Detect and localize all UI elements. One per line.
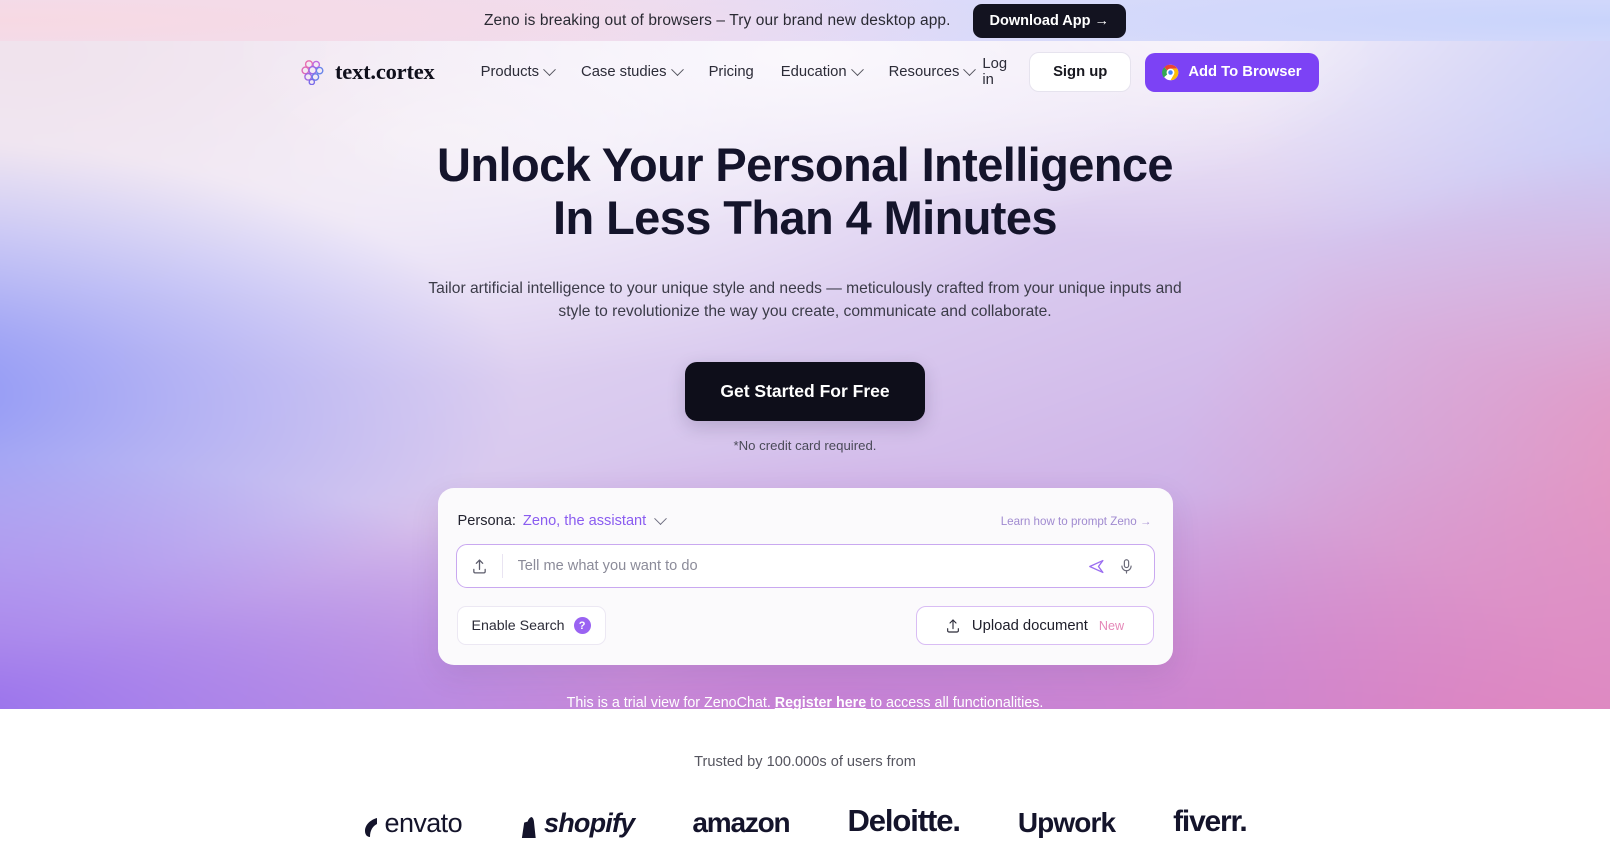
trial-notice: This is a trial view for ZenoChat. Regis… (0, 695, 1610, 709)
nav-link-case-studies[interactable]: Case studies (581, 62, 684, 80)
upload-document-button[interactable]: Upload document New (915, 606, 1154, 645)
register-here-link[interactable]: Register here (775, 695, 866, 709)
hero-content: Unlock Your Personal Intelligence In Les… (0, 103, 1610, 709)
brand-label-shopify: shopify (544, 808, 635, 838)
chat-card: Persona: Zeno, the assistant Learn how t… (437, 488, 1173, 665)
persona-selector[interactable]: Zeno, the assistant (523, 513, 646, 529)
brands-section: Trusted by 100.000s of users from envato… (0, 709, 1610, 850)
help-badge-icon[interactable]: ? (573, 617, 591, 634)
brand-logo-envato: envato (364, 808, 463, 839)
brands-row: envato shopify amazon Deloitte. Upwork f… (0, 803, 1610, 839)
chat-input-row (455, 544, 1155, 588)
microphone-button[interactable] (1112, 558, 1141, 575)
nav-link-pricing[interactable]: Pricing (709, 64, 754, 80)
hero-subtitle: Tailor artificial intelligence to your u… (428, 280, 1182, 320)
upload-document-new-tag: New (1098, 618, 1125, 633)
brand-logo-amazon: amazon (692, 807, 790, 839)
page-root: Zeno is breaking out of browsers – Try o… (0, 0, 1610, 850)
upload-document-label: Upload document (971, 617, 1088, 634)
chevron-down-icon (670, 62, 684, 76)
brand-label-amazon: amazon (692, 807, 790, 838)
nav-link-education-label: Education (780, 64, 847, 80)
brand-label-upwork: Upwork (1017, 807, 1116, 838)
send-icon (1088, 559, 1104, 573)
brand-logo-text: text.cortex (335, 59, 435, 84)
brand-label-envato: envato (384, 808, 463, 838)
hero-section: text.cortex Products Case studies Pricin… (0, 41, 1610, 709)
hero-title-line1: Unlock Your Personal Intelligence (437, 138, 1174, 191)
chevron-down-icon (543, 62, 556, 76)
trial-prefix: This is a trial view for ZenoChat. (566, 695, 771, 709)
nav-link-products-label: Products (480, 64, 540, 80)
nav-inner: text.cortex Products Case studies Pricin… (300, 52, 1319, 92)
no-credit-card-note: *No credit card required. (733, 438, 877, 453)
nav-actions: Log in Sign up Add To Browser (974, 52, 1319, 92)
banner-message: Zeno is breaking out of browsers – Try o… (483, 11, 951, 29)
envato-leaf-icon (364, 818, 377, 837)
chrome-icon (1162, 64, 1179, 80)
nav-link-products[interactable]: Products (480, 62, 556, 80)
add-to-browser-label: Add To Browser (1188, 64, 1302, 80)
chat-card-footer: Enable Search ? Upload document New (456, 606, 1155, 645)
nav-link-case-studies-label: Case studies (581, 64, 667, 80)
nav-links: Products Case studies Pricing Education (480, 62, 977, 80)
upload-icon (472, 558, 486, 574)
shopify-bag-icon (521, 817, 536, 838)
login-link[interactable]: Log in (974, 56, 1015, 88)
brand-logo-upwork: Upwork (1017, 807, 1116, 839)
hero-title-line2: In Less Than 4 Minutes (553, 191, 1058, 244)
persona-label: Persona: (457, 513, 516, 529)
enable-search-label: Enable Search (471, 617, 565, 634)
brand-label-deloitte: Deloitte. (847, 803, 960, 838)
get-started-button[interactable]: Get Started For Free (685, 362, 925, 421)
brand-logo-shopify: shopify (520, 808, 635, 839)
add-to-browser-button[interactable]: Add To Browser (1145, 52, 1319, 92)
upload-icon (947, 618, 959, 633)
chevron-down-icon (850, 62, 864, 76)
brands-title: Trusted by 100.000s of users from (694, 754, 916, 770)
brand-logo-deloitte: Deloitte. (847, 803, 960, 839)
nav-link-resources[interactable]: Resources (888, 62, 977, 80)
chat-card-header: Persona: Zeno, the assistant Learn how t… (456, 511, 1155, 529)
send-button[interactable] (1081, 557, 1112, 576)
chevron-down-icon[interactable] (654, 511, 668, 525)
microphone-icon (1120, 558, 1132, 574)
chat-input[interactable] (502, 558, 1081, 574)
announcement-banner: Zeno is breaking out of browsers – Try o… (0, 0, 1610, 41)
learn-how-to-prompt-link[interactable]: Learn how to prompt Zeno → (1001, 515, 1152, 528)
brand-logo[interactable]: text.cortex (300, 59, 435, 85)
flower-cluster-icon (301, 60, 324, 85)
trial-suffix: to access all functionalities. (870, 695, 1044, 709)
nav-link-resources-label: Resources (888, 64, 960, 80)
enable-search-toggle[interactable]: Enable Search ? (456, 606, 606, 645)
brand-logo-fiverr: fiverr. (1173, 805, 1248, 839)
attach-upload-button[interactable] (457, 554, 503, 578)
page-title: Unlock Your Personal Intelligence In Les… (0, 138, 1610, 244)
nav-link-pricing-label: Pricing (708, 64, 754, 80)
brand-label-fiverr: fiverr. (1173, 805, 1248, 838)
main-navigation: text.cortex Products Case studies Pricin… (0, 41, 1610, 103)
download-app-button[interactable]: Download App → (972, 3, 1127, 38)
signup-button[interactable]: Sign up (1029, 52, 1132, 92)
nav-link-education[interactable]: Education (780, 62, 864, 80)
